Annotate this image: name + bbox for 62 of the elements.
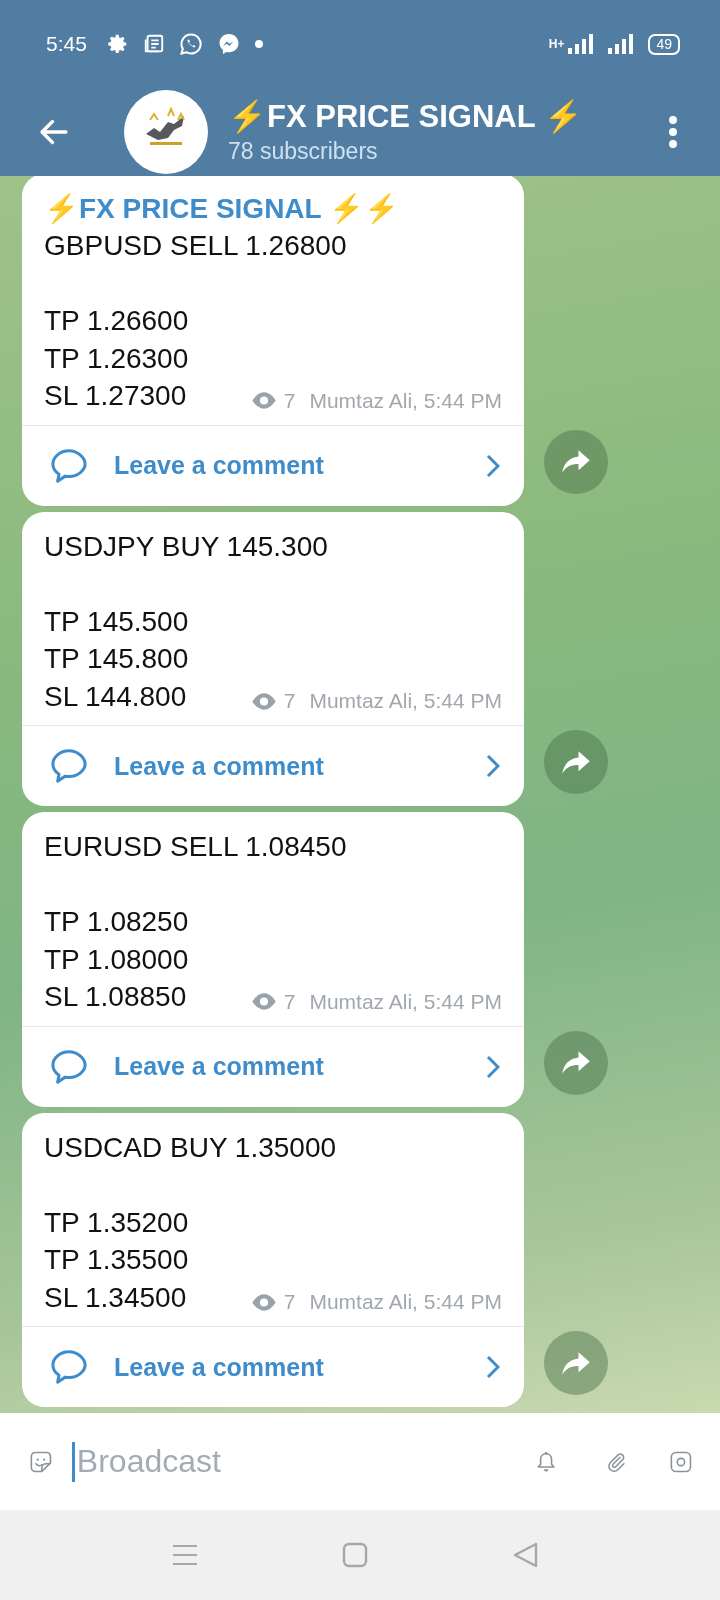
share-arrow-icon	[561, 1350, 591, 1376]
speech-bubble-icon	[50, 748, 88, 784]
chevron-right-icon	[486, 1355, 500, 1379]
leave-comment-button[interactable]: Leave a comment	[22, 1327, 524, 1407]
author-time: Mumtaz Ali, 5:44 PM	[309, 388, 502, 413]
share-arrow-icon	[561, 1050, 591, 1075]
more-options-icon[interactable]	[668, 114, 678, 150]
speech-bubble-icon	[50, 1349, 88, 1385]
eye-icon	[249, 1292, 278, 1312]
message-text: SL 1.27300	[44, 379, 187, 413]
message-text: TP 145.800	[44, 642, 190, 676]
message-text: TP 1.08000	[44, 942, 190, 977]
message-text: USDCAD BUY 1.35000	[44, 1130, 338, 1165]
message-text: TP 1.08250	[44, 905, 190, 939]
eye-icon	[249, 992, 278, 1011]
signal-icon	[568, 34, 595, 54]
view-count: 7	[283, 689, 296, 713]
view-count: 7	[283, 1290, 296, 1314]
message-text: SL 1.34500	[44, 1280, 187, 1315]
leave-comment-button[interactable]: Leave a comment	[22, 1026, 524, 1107]
signal-icon	[608, 34, 635, 54]
author-time: Mumtaz Ali, 5:44 PM	[309, 1290, 502, 1314]
message-text: EURUSD SELL 1.08450	[44, 830, 348, 864]
chevron-right-icon	[486, 453, 500, 478]
chevron-right-icon	[486, 1054, 500, 1079]
gear-icon	[106, 33, 129, 55]
speech-bubble-icon	[50, 1048, 88, 1085]
back-triangle-icon[interactable]	[512, 1541, 538, 1569]
speech-bubble-icon	[50, 447, 88, 484]
eye-icon	[249, 691, 278, 711]
share-arrow-icon	[561, 749, 591, 775]
network-type: H+	[548, 37, 565, 51]
status-time: 5:45	[46, 32, 87, 56]
message-text: SL 144.800	[44, 679, 187, 714]
channel-avatar[interactable]	[124, 90, 208, 174]
battery-level: 49	[648, 33, 680, 55]
leave-comment-button[interactable]: Leave a comment	[22, 726, 524, 806]
share-arrow-icon	[561, 449, 591, 474]
eye-icon	[249, 391, 278, 410]
notification-dot-icon	[254, 40, 263, 48]
author-time: Mumtaz Ali, 5:44 PM	[309, 989, 502, 1014]
channel-signature: ⚡FX PRICE SIGNAL ⚡⚡	[44, 191, 400, 227]
message-input-field[interactable]: Broadcast	[71, 1441, 497, 1482]
news-icon	[142, 33, 165, 55]
channel-title[interactable]: ⚡FX PRICE SIGNAL ⚡	[228, 98, 668, 136]
message-text: GBPUSD SELL 1.26800	[44, 229, 348, 263]
menu-icon[interactable]	[172, 1544, 198, 1566]
message-text: TP 1.35200	[44, 1205, 190, 1240]
message-text: TP 1.26300	[44, 341, 190, 376]
home-square-icon[interactable]	[342, 1542, 368, 1568]
message-text: TP 1.26600	[44, 304, 190, 338]
message-text: TP 1.35500	[44, 1243, 190, 1277]
chevron-right-icon	[486, 754, 500, 778]
subscriber-count: 78 subscribers	[228, 137, 379, 166]
leave-comment-button[interactable]: Leave a comment	[22, 425, 524, 506]
author-time: Mumtaz Ali, 5:44 PM	[309, 689, 502, 713]
message-text: USDJPY BUY 145.300	[44, 529, 329, 564]
view-count: 7	[283, 388, 296, 413]
phone-bubble-icon	[178, 32, 203, 56]
message-text: TP 145.500	[44, 604, 190, 639]
view-count: 7	[283, 989, 296, 1014]
message-text: SL 1.08850	[44, 980, 187, 1014]
